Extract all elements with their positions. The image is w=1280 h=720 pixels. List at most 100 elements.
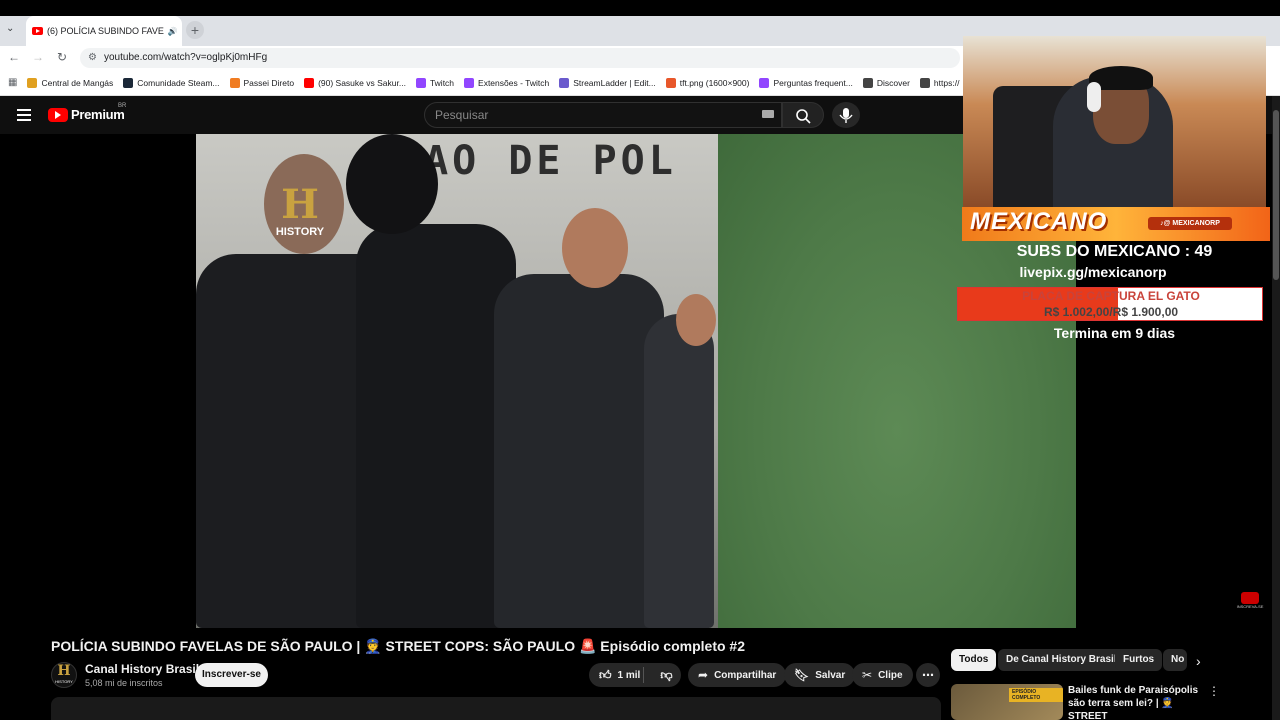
bookmark-favicon-icon [27,77,38,88]
video-player[interactable]: TAO DE POL H HISTORY [196,134,1076,628]
chip-furtos[interactable]: Furtos [1115,649,1163,671]
back-arrow-icon[interactable]: ← [6,50,22,64]
police-officer-figure [356,224,516,628]
url-text: youtube.com/watch?v=oglpKj0mHFg [104,52,268,63]
search-input[interactable]: Pesquisar [424,102,782,128]
avatar-letter: H [57,663,71,679]
forward-arrow-icon[interactable]: → [30,50,46,64]
apps-grid-icon[interactable]: ▦ [8,77,17,88]
overlay-streamer-name: MEXICANO [970,208,1108,235]
clip-label: Clipe [878,669,903,681]
bookmark-item[interactable]: Perguntas frequent... [759,77,853,88]
keyboard-icon[interactable] [762,110,774,118]
bookmark-item[interactable]: Central de Mangás [27,77,114,88]
chip-next-partial[interactable]: No [1163,649,1187,671]
save-label: Salvar [815,669,846,681]
watermark-text: INSCREVA-SE [1236,604,1264,609]
more-vertical-icon[interactable]: ⋮ [1208,684,1220,698]
site-settings-icon[interactable]: ⚙ [88,48,97,68]
subscribe-button[interactable]: Inscrever-se [195,663,268,687]
channel-name[interactable]: Canal History Brasil [85,662,199,676]
page-scrollbar-thumb[interactable] [1273,110,1279,280]
menu-icon[interactable] [17,109,31,121]
bookmark-label: Comunidade Steam... [137,77,220,88]
history-logo-letter: H [281,181,319,228]
bookmark-favicon-icon [862,77,873,88]
bookmark-icon: 🔖︎ [794,668,810,682]
donation-goal-bar: PLACA DE CAPTURA EL GATO R$ 1.002,00/R$ … [957,287,1263,321]
search-button[interactable] [782,102,824,128]
bookmark-item[interactable]: Extensões - Twitch [464,77,549,88]
bookmark-favicon-icon [464,77,475,88]
video-title: POLÍCIA SUBINDO FAVELAS DE SÃO PAULO | 👮… [51,638,745,654]
bookmark-favicon-icon [759,77,770,88]
youtube-play-icon [48,107,68,122]
police-officer-figure [494,274,664,628]
share-label: Compartilhar [714,669,777,681]
bookmark-label: https:// [933,77,960,88]
bookmark-favicon-icon [919,77,930,88]
share-arrow-icon: ➦ [698,668,709,682]
bookmark-item[interactable]: https:// [919,77,960,88]
bookmark-item[interactable]: (90) Sasuke vs Sakur... [304,77,406,88]
bookmark-item[interactable]: StreamLadder | Edit... [559,77,656,88]
officer-head [676,294,716,346]
bookmark-label: tft.png (1600×900) [679,77,750,88]
donation-goal-ends: Termina em 9 dias [1053,325,1176,341]
bookmark-favicon-icon [415,77,426,88]
bookmark-favicon-icon [559,77,570,88]
tab-title: (6) POLÍCIA SUBINDO FAVE [47,26,164,36]
bookmark-label: Perguntas frequent... [773,77,853,88]
speaker-icon[interactable]: 🔊 [168,27,178,36]
share-button[interactable]: ➦ Compartilhar [688,663,787,687]
overlay-donation-url: livepix.gg/mexicanorp [1019,264,1167,280]
bookmark-favicon-icon [229,77,240,88]
officer-head [562,208,628,288]
bookmark-item[interactable]: Comunidade Steam... [123,77,220,88]
youtube-premium-logo[interactable]: Premium BR [48,103,126,122]
bookmark-label: Twitch [429,77,455,88]
bookmark-label: (90) Sasuke vs Sakur... [318,77,406,88]
chip-from-channel[interactable]: De Canal History Brasil [998,649,1125,671]
bookmark-favicon-icon [123,77,134,88]
region-code: BR [118,103,127,109]
officer-helmet [346,134,438,234]
voice-search-button[interactable] [832,102,860,128]
donation-goal-values: R$ 1.002,00/R$ 1.900,00 [1043,305,1179,319]
police-officer-figure [644,314,714,628]
bookmark-item[interactable]: Passei Direto [229,77,295,88]
bookmark-item[interactable]: Twitch [415,77,455,88]
like-count[interactable]: 1 mil [618,670,641,681]
tab-search-dropdown-icon[interactable]: ⌄ [6,23,14,34]
thumbs-up-icon[interactable]: 👍︎ [599,668,612,683]
new-tab-button[interactable]: + [186,21,204,39]
channel-avatar[interactable]: H HISTORY [51,662,77,688]
avatar-text: HISTORY [55,679,73,684]
chevron-right-icon[interactable]: › [1196,653,1201,669]
browser-tab-active[interactable]: (6) POLÍCIA SUBINDO FAVE 🔊 ✕ [26,16,182,46]
bookmark-item[interactable]: Discover [862,77,910,88]
reload-icon[interactable]: ↻ [54,50,70,64]
microphone-icon [839,108,853,123]
more-actions-button[interactable]: ⋯ [916,663,940,687]
logo-text: Premium [71,107,125,122]
like-dislike-group: 👍︎ 1 mil 👎︎ [589,663,681,687]
description-panel[interactable] [51,697,941,720]
thumbs-down-icon[interactable]: 👎︎ [660,668,672,683]
youtube-favicon-icon [32,27,43,35]
youtube-watermark-icon [1241,592,1259,604]
bookmark-label: Passei Direto [243,77,295,88]
clip-button[interactable]: ✂ Clipe [852,663,913,687]
chip-all[interactable]: Todos [951,649,997,671]
like-divider [643,667,644,683]
recommended-video-thumbnail[interactable]: EPISÓDIO COMPLETO [951,684,1063,720]
subscribe-watermark[interactable]: INSCREVA-SE [1236,592,1264,614]
channel-subscriber-count: 5,08 mi de inscritos [85,678,163,688]
bookmark-item[interactable]: tft.png (1600×900) [665,77,750,88]
address-bar[interactable]: ⚙ youtube.com/watch?v=oglpKj0mHFg [80,48,960,68]
save-button[interactable]: 🔖︎ Salvar [784,663,856,687]
bookmark-label: Central de Mangás [41,77,114,88]
recommended-video-title[interactable]: Bailes funk de Paraisópolis são terra se… [1068,684,1204,720]
bookmark-favicon-icon [304,77,315,88]
overlay-social-handle: ♪@ MEXICANORP [1148,217,1232,230]
